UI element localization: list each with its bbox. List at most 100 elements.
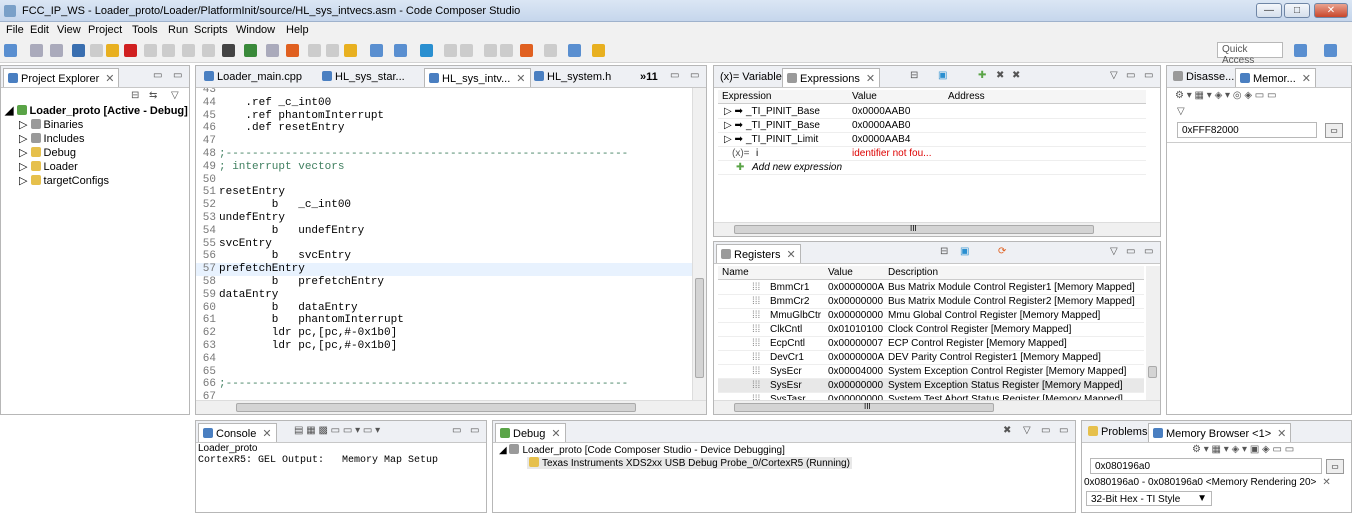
column-header[interactable]: Description: [888, 267, 938, 278]
scroll-thumb[interactable]: [1148, 366, 1157, 378]
minimize-view-icon[interactable]: ▭: [1126, 246, 1135, 257]
tab-console[interactable]: Console ✕: [198, 423, 277, 442]
table-row[interactable]: ⁞⁞⁞ MmuGlbCtr 0x00000000 Mmu Global Control…: [718, 309, 1144, 323]
column-header[interactable]: Value: [828, 267, 853, 278]
nav-forward-icon[interactable]: [460, 44, 473, 57]
add-icon[interactable]: ✚: [978, 70, 986, 81]
column-header[interactable]: Name: [722, 267, 749, 278]
table-row[interactable]: ▷ ➡ _TI_PINIT_Limit 0x0000AAB4: [718, 133, 1146, 147]
view-menu-icon[interactable]: ▽: [1110, 246, 1118, 257]
memory-address-input[interactable]: 0xFFF82000: [1177, 122, 1317, 138]
table-row-selected[interactable]: ⁞⁞⁞ SysEsr 0x00000000 System Exception Stat…: [718, 379, 1144, 393]
assembly-step-icon[interactable]: [202, 44, 215, 57]
refresh-icon[interactable]: [420, 44, 433, 57]
menu-tools[interactable]: Tools: [132, 24, 158, 36]
search-icon[interactable]: [568, 44, 581, 57]
editor-horizontal-scrollbar[interactable]: [196, 400, 706, 414]
hammer-icon[interactable]: [520, 44, 533, 57]
tab-project-explorer[interactable]: Project Explorer ✕: [3, 68, 120, 87]
step-into-icon[interactable]: [144, 44, 157, 57]
tab-overflow[interactable]: »11: [636, 68, 662, 87]
menu-view[interactable]: View: [57, 24, 81, 36]
tree-item-loader[interactable]: ▷ Loader: [19, 160, 78, 173]
refresh-icon[interactable]: ⟳: [998, 246, 1006, 257]
minimize-button[interactable]: —: [1256, 3, 1282, 18]
collapse-all-icon[interactable]: ⊟: [131, 90, 139, 101]
resume-icon[interactable]: [90, 44, 103, 57]
table-row[interactable]: (x)= i identifier not fou...: [718, 147, 1146, 161]
tab-expressions[interactable]: Expressions ✕: [782, 68, 881, 87]
scroll-thumb[interactable]: [695, 278, 704, 378]
maximize-view-icon[interactable]: ▭: [1144, 70, 1153, 81]
tab-memory[interactable]: Memor... ✕: [1235, 68, 1317, 87]
table-row[interactable]: ▷ ➡ _TI_PINIT_Base 0x0000AAB0: [718, 119, 1146, 133]
memory-icon[interactable]: [244, 44, 257, 57]
code-editor[interactable]: 43 44 .ref _c_int00 45 .ref phantomInter…: [196, 88, 692, 400]
view-menu-icon[interactable]: ▽: [171, 90, 179, 101]
grid-icon[interactable]: [222, 44, 235, 57]
step-over-icon[interactable]: [162, 44, 175, 57]
memory-rendering-tab[interactable]: 0x080196a0 - 0x080196a0 <Memory Renderin…: [1084, 477, 1331, 488]
view-menu-icon[interactable]: ▽: [1177, 106, 1185, 117]
tool-icon[interactable]: [266, 44, 279, 57]
tab-memory-browser[interactable]: Memory Browser <1> ✕: [1148, 423, 1292, 442]
tool2-icon[interactable]: [308, 44, 321, 57]
debug-target[interactable]: Texas Instruments XDS2xx USB Debug Probe…: [527, 457, 852, 469]
registers-vertical-scrollbar[interactable]: [1146, 266, 1160, 402]
view-menu-icon[interactable]: ▽: [1023, 425, 1031, 436]
table-row[interactable]: ⁞⁞⁞ BmmCr1 0x0000000A Bus Matrix Module Con…: [718, 281, 1144, 295]
add-new-expression[interactable]: ✚ Add new expression: [718, 161, 1146, 175]
tab-hl-system[interactable]: HL_system.h: [530, 68, 615, 87]
menu-edit[interactable]: Edit: [30, 24, 49, 36]
close-icon[interactable]: ✕: [1302, 73, 1311, 85]
pencil-icon[interactable]: [592, 44, 605, 57]
wrench-icon[interactable]: [394, 44, 407, 57]
step-return-icon[interactable]: [182, 44, 195, 57]
nav-back-icon[interactable]: [444, 44, 457, 57]
memory-browser-address-input[interactable]: 0x080196a0: [1090, 458, 1322, 474]
close-icon[interactable]: ✕: [105, 73, 114, 85]
editor-vertical-scrollbar[interactable]: [692, 88, 706, 400]
suspend-icon[interactable]: [106, 44, 119, 57]
build-icon[interactable]: [344, 44, 357, 57]
menu-run[interactable]: Run: [168, 24, 188, 36]
memory-browser-toolbar-icons[interactable]: ⚙ ▾ ▦ ▾ ◈ ▾ ▣ ◈ ▭ ▭: [1192, 444, 1294, 455]
tab-variables[interactable]: (x)= Variables: [716, 68, 791, 87]
menu-project[interactable]: Project: [88, 24, 122, 36]
tree-item-targetconfigs[interactable]: ▷ targetConfigs: [19, 174, 109, 187]
column-header[interactable]: Address: [948, 91, 985, 102]
select-icon[interactable]: ▣: [938, 70, 947, 81]
close-icon[interactable]: ✕: [1277, 428, 1286, 440]
table-row[interactable]: ⁞⁞⁞ DevCr1 0x0000000A DEV Parity Control Re…: [718, 351, 1144, 365]
menu-help[interactable]: Help: [286, 24, 309, 36]
remove-all-icon[interactable]: ✖: [1012, 70, 1020, 81]
maximize-view-icon[interactable]: ▭: [1059, 425, 1068, 436]
new-icon[interactable]: [4, 44, 17, 57]
tree-item-includes[interactable]: ▷ Includes: [19, 132, 85, 145]
minimize-view-icon[interactable]: ▭: [452, 425, 461, 436]
debug-session[interactable]: ◢ Loader_proto [Code Composer Studio - D…: [499, 444, 785, 456]
column-header[interactable]: Value: [852, 91, 877, 102]
menu-file[interactable]: File: [6, 24, 24, 36]
table-row[interactable]: ▷ ➡ _TI_PINIT_Base 0x0000AAB0: [718, 105, 1146, 119]
tab-debug[interactable]: Debug ✕: [495, 423, 566, 442]
table-row[interactable]: ⁞⁞⁞ ClkCntl 0x01010100 Clock Control Regist…: [718, 323, 1144, 337]
nav2-icon[interactable]: [500, 44, 513, 57]
close-icon[interactable]: ✕: [516, 73, 525, 85]
maximize-button[interactable]: □: [1284, 3, 1310, 18]
select-icon[interactable]: ▣: [960, 246, 969, 257]
perspective-icon[interactable]: [1294, 44, 1307, 57]
close-icon[interactable]: ✕: [1322, 477, 1330, 488]
tree-item-debug[interactable]: ▷ Debug: [19, 146, 76, 159]
tab-registers[interactable]: Registers ✕: [716, 244, 801, 263]
tab-hl-sys-star[interactable]: HL_sys_star...: [318, 68, 409, 87]
table-row[interactable]: ⁞⁞⁞ EcpCntl 0x00000007 ECP Control Register…: [718, 337, 1144, 351]
format-select[interactable]: 32-Bit Hex - TI Style ▼: [1086, 491, 1212, 506]
column-header[interactable]: Expression: [722, 91, 771, 102]
tab-problems[interactable]: Problems: [1084, 423, 1151, 442]
menu-scripts[interactable]: Scripts: [194, 24, 228, 36]
tab-hl-sys-intvecs[interactable]: HL_sys_intv... ✕: [424, 68, 531, 87]
close-button[interactable]: ✕: [1314, 3, 1348, 18]
tab-loader-main[interactable]: Loader_main.cpp: [200, 68, 306, 87]
link-editor-icon[interactable]: ⇆: [149, 90, 157, 101]
